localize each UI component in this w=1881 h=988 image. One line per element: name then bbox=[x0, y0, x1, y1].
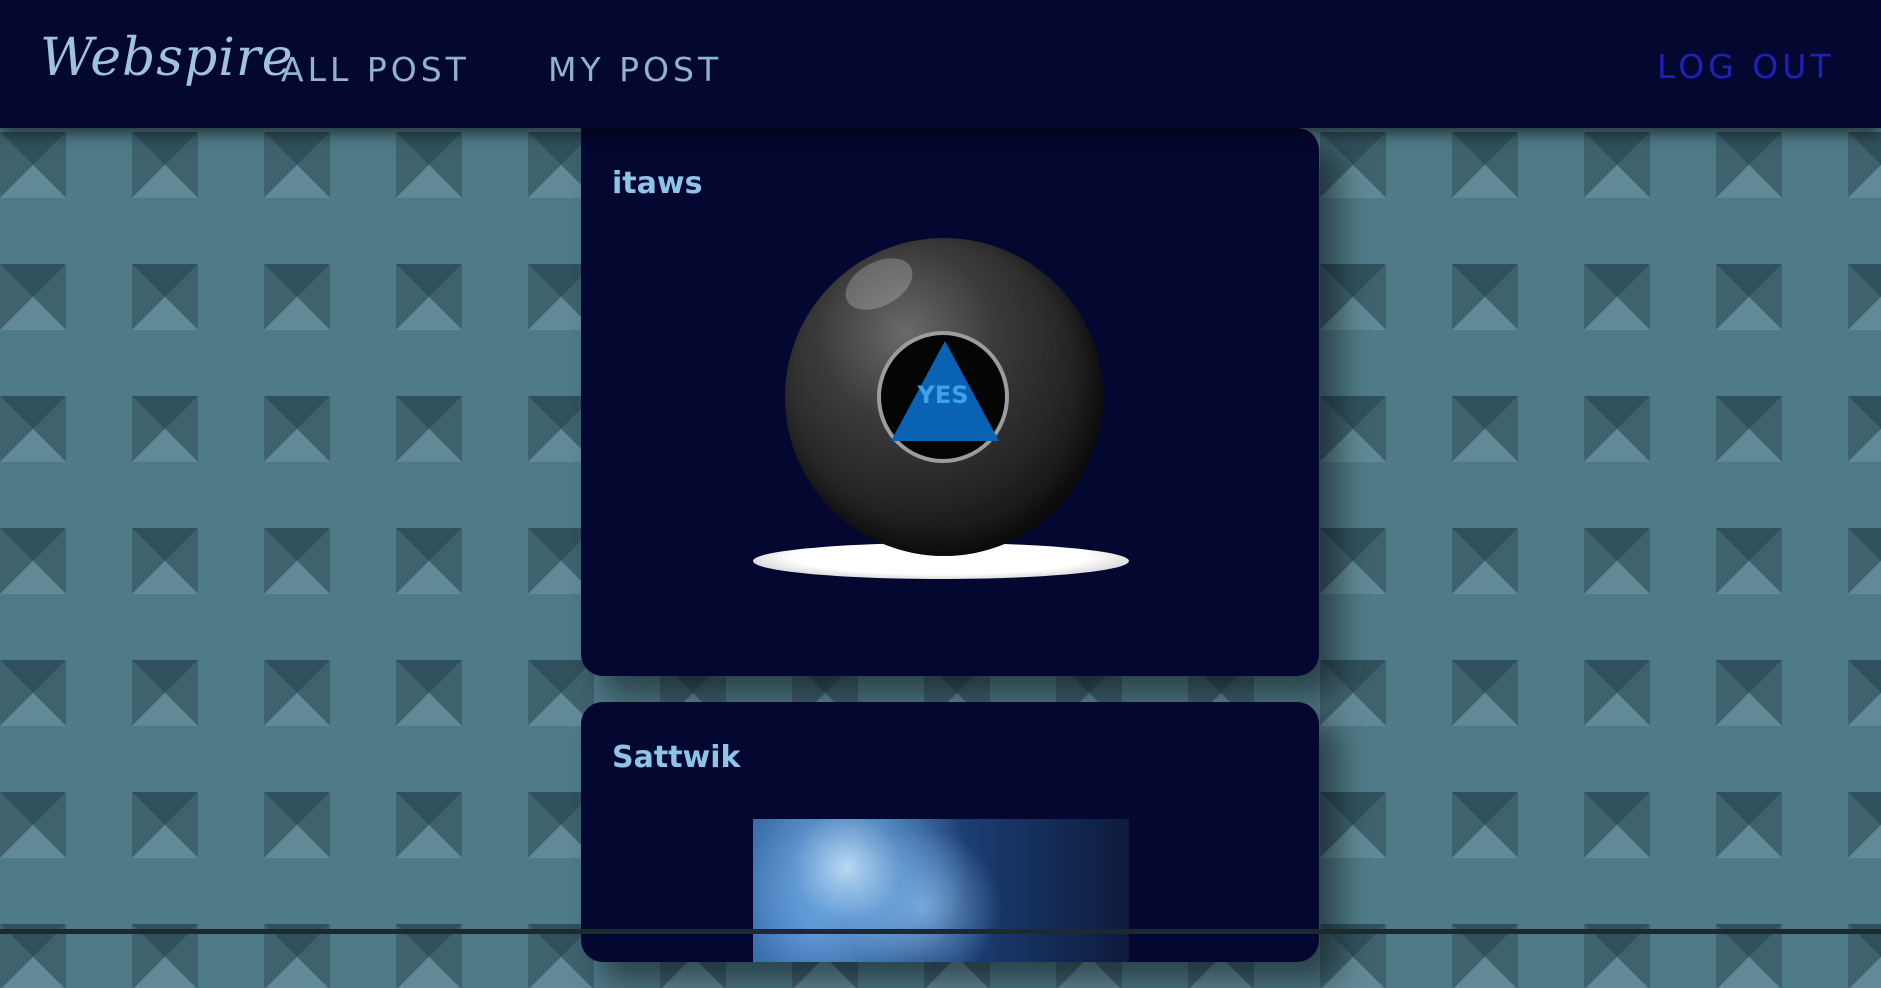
post-image: YES bbox=[753, 238, 1133, 608]
top-navbar: Webspire ALL POST MY POST LOG OUT bbox=[0, 0, 1881, 128]
nav-my-post-link[interactable]: MY POST bbox=[548, 50, 722, 89]
bottom-edge bbox=[0, 929, 1881, 934]
post-image bbox=[753, 819, 1129, 962]
magic-8-ball-icon: YES bbox=[785, 238, 1103, 556]
post-card: Sattwik bbox=[581, 702, 1319, 962]
ball-highlight bbox=[836, 247, 922, 321]
post-author[interactable]: Sattwik bbox=[612, 740, 740, 775]
post-author[interactable]: itaws bbox=[612, 166, 702, 201]
post-card: itaws YES bbox=[581, 128, 1319, 676]
brand-logo[interactable]: Webspire bbox=[40, 28, 294, 88]
answer-text: YES bbox=[917, 381, 969, 409]
post-feed: itaws YES Sattwik bbox=[581, 128, 1319, 988]
ball-window: YES bbox=[877, 331, 1009, 463]
log-out-link[interactable]: LOG OUT bbox=[1657, 47, 1835, 86]
nav-all-post-link[interactable]: ALL POST bbox=[281, 50, 470, 89]
